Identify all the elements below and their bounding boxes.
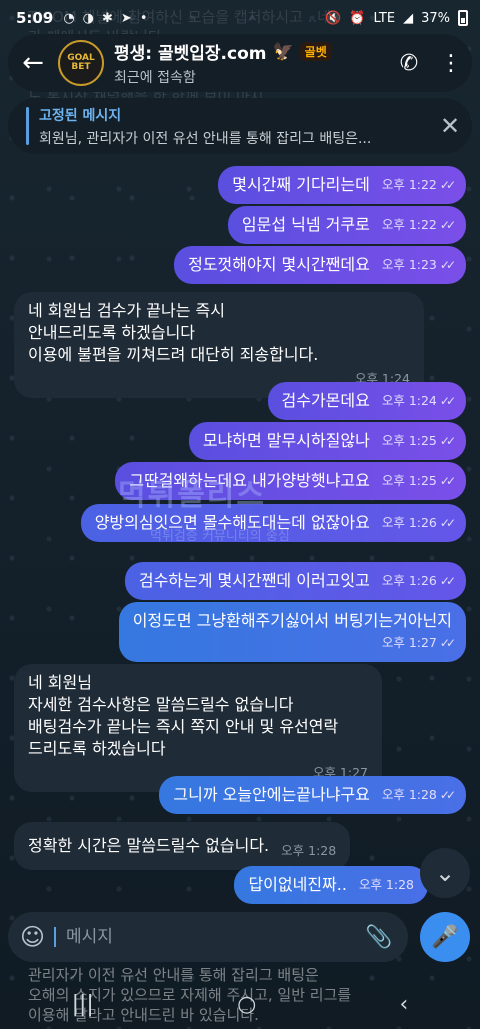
telegram-icon: ➤ xyxy=(120,10,132,26)
message-time: 오후 1:22 xyxy=(381,177,437,192)
read-check-icon: ✓✓ xyxy=(439,574,456,588)
chat-status: 최근에 접속함 xyxy=(114,70,196,86)
status-right: 🔇 ⏰ LTE ◢ 37% xyxy=(325,10,468,26)
message-text: 그니까 오늘안에는끝나냐구요 xyxy=(173,785,370,804)
message-input[interactable] xyxy=(54,927,362,947)
message-text: 정확한 시간은 말씀드릴수 없습니다. xyxy=(28,836,270,855)
message-time: 오후 1:22 xyxy=(381,217,437,232)
network-label: LTE xyxy=(373,10,396,26)
pinned-title: 고정된 메시지 xyxy=(39,107,122,124)
header-text[interactable]: 평생: 골벳입장.com 🦅 골벳 최근에 접속함 xyxy=(114,39,388,87)
message-text: 정도껏해야지 몇시간짼데요 xyxy=(188,255,370,274)
outgoing-message[interactable]: 양방의심잇으면 몰수해도대는데 없잖아요 오후 1:26 ✓✓ xyxy=(80,504,466,542)
microphone-button[interactable]: 🎤 xyxy=(420,912,470,962)
message-time: 오후 1:28 xyxy=(381,787,437,802)
notification-icon: ◔ xyxy=(63,10,75,26)
back-arrow-icon[interactable]: ← xyxy=(8,38,58,88)
alarm-icon: ⏰ xyxy=(349,10,366,26)
message-time: 오후 1:26 xyxy=(381,515,437,530)
pinned-body: 회원님, 관리자가 이전 유선 안내를 통해 잡리그 배팅은... xyxy=(39,130,372,147)
message-time: 오후 1:28 xyxy=(281,843,337,858)
mute-icon: 🔇 xyxy=(325,10,342,26)
message-text: 몇시간째 기다리는데 xyxy=(232,175,370,194)
read-check-icon: ✓✓ xyxy=(439,258,456,272)
message-text: 답이없네진짜.. xyxy=(248,875,347,894)
bird-icon: 🦅 xyxy=(272,41,294,62)
message-text: 네 회원님 자세한 검수사항은 말씀드릴수 없습니다 배팅검수가 끝나는 즉시 … xyxy=(28,673,339,758)
message-text: 검수하는게 몇시간짼데 이러고잇고 xyxy=(138,571,370,590)
message-text: 임문섭 닉넴 거쿠로 xyxy=(241,215,370,234)
battery-icon xyxy=(458,10,468,26)
outgoing-message[interactable]: 정도껏해야지 몇시간짼데요 오후 1:23 ✓✓ xyxy=(174,246,466,284)
more-options-icon[interactable]: ⋮ xyxy=(430,42,472,84)
pinned-message[interactable]: 고정된 메시지 회원님, 관리자가 이전 유선 안내를 통해 잡리그 배팅은..… xyxy=(8,98,472,154)
message-text: 양방의심잇으면 몰수해도대는데 없잖아요 xyxy=(94,513,370,532)
home-icon[interactable]: ○ xyxy=(237,992,256,1017)
avatar[interactable]: GOAL BET xyxy=(58,40,104,86)
message-time: 오후 1:26 xyxy=(381,573,437,588)
notification-icons: ◔ ◑ ✱ ➤ • xyxy=(63,11,147,26)
read-check-icon: ✓✓ xyxy=(439,474,456,488)
scroll-down-button[interactable]: ⌄ xyxy=(420,848,470,898)
read-check-icon: ✓✓ xyxy=(439,788,456,802)
recent-apps-icon[interactable]: ||| xyxy=(72,992,94,1017)
outgoing-message[interactable]: 검수하는게 몇시간짼데 이러고잇고 오후 1:26 ✓✓ xyxy=(124,562,466,600)
title-badge: 골벳 xyxy=(299,42,332,61)
status-bar: 5:09 ◔ ◑ ✱ ➤ • 🔇 ⏰ LTE ◢ 37% xyxy=(0,0,480,36)
message-text: 네 회원님 검수가 끝나는 즉시 안내드리도록 하겠습니다 이용에 불편을 끼쳐… xyxy=(28,301,319,364)
signal-icon: ◢ xyxy=(403,10,414,26)
message-text: 이정도면 그냥환해주기싫어서 버팅기는거아닌지 xyxy=(132,611,452,630)
message-time: 오후 1:27 xyxy=(381,635,437,650)
read-check-icon: ✓✓ xyxy=(439,394,456,408)
message-text: 그딴걸왜하는데요 내가양방햇냐고요 xyxy=(129,471,370,490)
message-time: 오후 1:24 xyxy=(381,393,437,408)
outgoing-message[interactable]: 그니까 오늘안에는끝나냐구요 오후 1:28 ✓✓ xyxy=(159,776,466,814)
paperclip-icon[interactable]: 📎 xyxy=(362,925,396,950)
status-time: 5:09 xyxy=(16,9,54,27)
outgoing-message[interactable]: 임문섭 닉넴 거쿠로 오후 1:22 ✓✓ xyxy=(227,206,466,244)
battery-percent: 37% xyxy=(421,10,450,26)
notification-icon: ◑ xyxy=(82,10,94,26)
message-time: 오후 1:28 xyxy=(358,877,414,892)
chat-header: ← GOAL BET 평생: 골벳입장.com 🦅 골벳 최근에 접속함 ✆ ⋮ xyxy=(8,34,472,92)
outgoing-message[interactable]: 모냐하면 말무시하질않나 오후 1:25 ✓✓ xyxy=(188,422,466,460)
read-check-icon: ✓✓ xyxy=(439,178,456,192)
chat-title: 평생: 골벳입장.com xyxy=(114,44,267,64)
back-nav-icon[interactable]: ‹ xyxy=(400,992,409,1017)
emoji-icon[interactable]: ☺ xyxy=(20,923,54,951)
incoming-message[interactable]: 네 회원님 자세한 검수사항은 말씀드릴수 없습니다 배팅검수가 끝나는 즉시 … xyxy=(14,664,382,792)
outgoing-message[interactable]: 그딴걸왜하는데요 내가양방햇냐고요 오후 1:25 ✓✓ xyxy=(115,462,466,500)
outgoing-message[interactable]: 답이없네진짜.. 오후 1:28 xyxy=(234,866,428,904)
read-check-icon: ✓✓ xyxy=(439,636,456,650)
outgoing-message[interactable]: 이정도면 그냥환해주기싫어서 버팅기는거아닌지 오후 1:27 ✓✓ xyxy=(118,602,466,662)
read-check-icon: ✓✓ xyxy=(439,516,456,530)
close-icon[interactable]: ✕ xyxy=(428,112,472,140)
outgoing-message[interactable]: 몇시간째 기다리는데 오후 1:22 ✓✓ xyxy=(218,166,466,204)
system-nav-bar: ||| ○ ‹ xyxy=(0,979,480,1029)
incoming-message[interactable]: 정확한 시간은 말씀드릴수 없습니다. 오후 1:28 xyxy=(14,822,351,870)
settings-icon: ✱ xyxy=(102,10,113,26)
message-text: 모냐하면 말무시하질않나 xyxy=(202,431,370,450)
read-check-icon: ✓✓ xyxy=(439,218,456,232)
message-time: 오후 1:25 xyxy=(381,433,437,448)
message-composer: ☺ 📎 xyxy=(8,912,408,962)
dot-icon: • xyxy=(139,10,148,26)
message-time: 오후 1:23 xyxy=(381,257,437,272)
message-text: 검수가몬데요 xyxy=(281,391,370,410)
phone-icon[interactable]: ✆ xyxy=(388,42,430,84)
outgoing-message[interactable]: 검수가몬데요 오후 1:24 ✓✓ xyxy=(267,382,466,420)
pinned-indicator xyxy=(26,107,29,145)
message-time: 오후 1:25 xyxy=(381,473,437,488)
read-check-icon: ✓✓ xyxy=(439,434,456,448)
